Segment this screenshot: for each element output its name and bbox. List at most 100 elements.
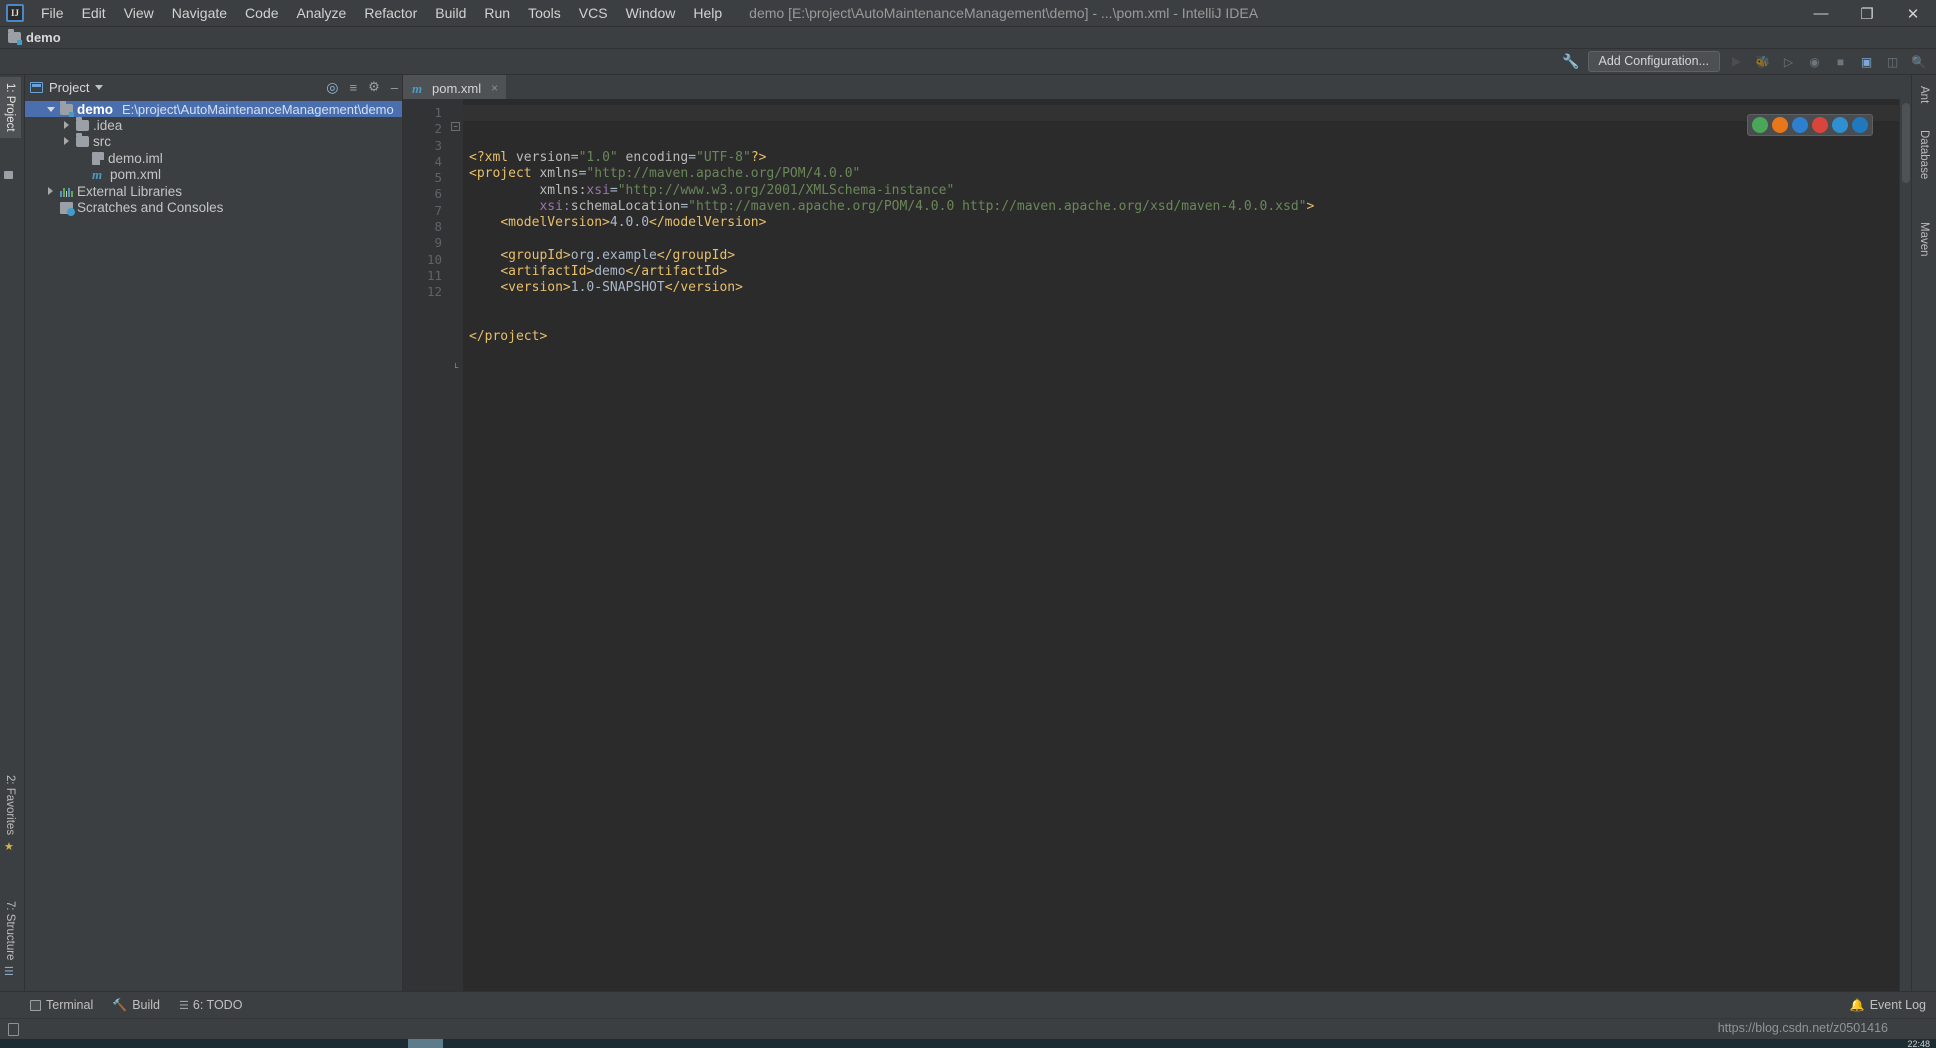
tab-pom-xml[interactable]: m pom.xml × — [403, 75, 507, 99]
menu-item-vcs[interactable]: VCS — [570, 2, 617, 24]
status-event-log[interactable]: 🔔 Event Log — [1850, 998, 1926, 1012]
code-token: </version> — [664, 280, 743, 296]
taskbar-active-item[interactable] — [408, 1039, 443, 1048]
maximize-button[interactable]: ❐ — [1844, 0, 1890, 27]
chevron-right-icon[interactable] — [47, 186, 56, 196]
project-panel-header: Project ◎ ≡ ⚙ – — [25, 75, 402, 99]
line-number: 1 — [434, 105, 442, 120]
tree-item[interactable]: External Libraries — [25, 183, 402, 199]
profile-icon[interactable]: ◉ — [1805, 52, 1824, 71]
code-line[interactable] — [469, 313, 1899, 329]
todo-icon: ☰ — [179, 999, 189, 1012]
updates-icon[interactable]: ▣ — [1857, 52, 1876, 71]
menu-item-build[interactable]: Build — [426, 2, 475, 24]
minimize-button[interactable]: — — [1798, 0, 1844, 27]
tree-item-label: demo.iml — [108, 150, 163, 166]
close-icon[interactable]: × — [491, 81, 498, 95]
os-taskbar: 22:48 — [0, 1039, 1936, 1048]
tree-item[interactable]: Scratches and Consoles — [25, 199, 402, 216]
project-tree[interactable]: demo E:\project\AutoMaintenanceManagement… — [25, 99, 402, 991]
code-line[interactable]: <modelVersion>4.0.0</modelVersion> — [469, 215, 1899, 231]
code-line[interactable]: <groupId>org.example</groupId> — [469, 248, 1899, 264]
breadcrumb[interactable]: demo — [8, 29, 61, 45]
menu-item-run[interactable]: Run — [475, 2, 519, 24]
ie-icon[interactable] — [1812, 117, 1828, 133]
tree-item[interactable]: src — [25, 133, 402, 150]
module-folder-icon — [8, 29, 22, 45]
code-line[interactable]: <artifactId>demo</artifactId> — [469, 264, 1899, 280]
inspection-rail[interactable]: ✓ — [1899, 99, 1911, 991]
collapse-all-icon[interactable]: ≡ — [350, 80, 358, 95]
menu-item-view[interactable]: View — [115, 2, 163, 24]
sidebar-item-maven[interactable]: Maven — [1912, 215, 1936, 264]
code-line[interactable] — [469, 231, 1899, 247]
sidebar-item-database[interactable]: Database — [1912, 123, 1936, 186]
layout-icon[interactable]: ◫ — [1883, 52, 1902, 71]
code-folding-column[interactable]: − └ — [449, 99, 463, 991]
code-line[interactable]: </project> — [469, 329, 1899, 345]
code-token: "1.0" — [578, 150, 618, 165]
chevron-right-icon[interactable] — [63, 121, 72, 130]
debug-icon[interactable]: 🐝 — [1753, 52, 1772, 71]
tree-item[interactable]: demo E:\project\AutoMaintenanceManagement… — [25, 100, 402, 118]
search-everywhere-icon[interactable]: 🔍 — [1909, 52, 1928, 71]
editor-scrollbar-thumb[interactable] — [1902, 103, 1910, 183]
memory-indicator-icon[interactable] — [8, 1022, 19, 1036]
menu-item-file[interactable]: File — [32, 2, 73, 24]
code-line[interactable]: xmlns:xsi="http://www.w3.org/2001/XMLSch… — [469, 183, 1899, 199]
hide-icon[interactable]: – — [391, 80, 398, 95]
edge-icon[interactable] — [1832, 117, 1848, 133]
menu-item-tools[interactable]: Tools — [519, 2, 570, 24]
stop-icon[interactable]: ■ — [1831, 52, 1850, 71]
code-line[interactable]: <version>1.0-SNAPSHOT</version> — [469, 280, 1899, 296]
chrome-icon[interactable] — [1752, 117, 1768, 133]
sidebar-item-favorites[interactable]: 2: Favorites — [0, 769, 21, 841]
menu-item-refactor[interactable]: Refactor — [355, 2, 426, 24]
menu-item-window[interactable]: Window — [617, 2, 685, 24]
run-icon[interactable] — [1727, 52, 1746, 71]
structure-icon-wrap: ☰ — [0, 959, 19, 984]
menu-item-edit[interactable]: Edit — [73, 2, 115, 24]
fold-marker-icon[interactable]: − — [451, 122, 460, 131]
code-token: xsi: — [539, 198, 571, 214]
fold-end-icon[interactable]: └ — [451, 364, 460, 373]
maven-file-icon: m — [412, 80, 423, 96]
firefox-icon[interactable] — [1772, 117, 1788, 133]
code-line[interactable]: xsi:schemaLocation="http://maven.apache.… — [469, 199, 1899, 215]
browser-preview-popup[interactable] — [1747, 114, 1873, 136]
chevron-down-icon[interactable] — [95, 84, 104, 90]
add-configuration-button[interactable]: Add Configuration... — [1587, 51, 1720, 72]
wrench-icon[interactable]: 🔧 — [1562, 52, 1581, 71]
sidebar-item-structure[interactable]: 7: Structure — [0, 895, 21, 966]
code-line[interactable] — [469, 297, 1899, 313]
gear-icon[interactable]: ⚙ — [368, 79, 380, 95]
menu-item-navigate[interactable]: Navigate — [163, 2, 236, 24]
menu-item-help[interactable]: Help — [684, 2, 731, 24]
tree-item[interactable]: demo.iml — [25, 150, 402, 166]
watermark: https://blog.csdn.net/z0501416 — [1717, 1021, 1888, 1035]
line-number: 5 — [434, 170, 442, 186]
code-line[interactable]: <project xmlns="http://maven.apache.org/… — [469, 166, 1899, 182]
tree-item[interactable]: m pom.xml — [25, 167, 402, 183]
status-build[interactable]: 🔨 Build — [112, 998, 160, 1012]
code-token: <project — [469, 166, 540, 182]
opera-icon[interactable] — [1792, 117, 1808, 133]
chevron-down-icon[interactable] — [47, 105, 56, 114]
chevron-right-icon[interactable] — [63, 137, 72, 146]
favorites-tab-label: 2: Favorites — [4, 774, 16, 835]
locate-file-icon[interactable]: ◎ — [326, 79, 338, 96]
sidebar-item-project[interactable]: 1: Project — [0, 77, 21, 138]
status-todo[interactable]: ☰ 6: TODO — [179, 998, 242, 1012]
code-line[interactable]: <?xml version="1.0" encoding="UTF-8"?> — [469, 150, 1899, 166]
tree-item[interactable]: .idea — [25, 117, 402, 133]
explorer-icon[interactable] — [1852, 117, 1868, 133]
coverage-icon[interactable]: ▷ — [1779, 52, 1798, 71]
close-button[interactable]: ✕ — [1890, 0, 1936, 27]
menu-item-analyze[interactable]: Analyze — [288, 2, 356, 24]
scratches-icon — [60, 201, 75, 216]
sidebar-item-ant[interactable]: Ant — [1912, 79, 1936, 110]
menu-item-code[interactable]: Code — [236, 2, 287, 24]
code-content[interactable]: <?xml version="1.0" encoding="UTF-8"?> <p… — [463, 99, 1899, 991]
status-terminal[interactable]: Terminal — [30, 998, 93, 1012]
